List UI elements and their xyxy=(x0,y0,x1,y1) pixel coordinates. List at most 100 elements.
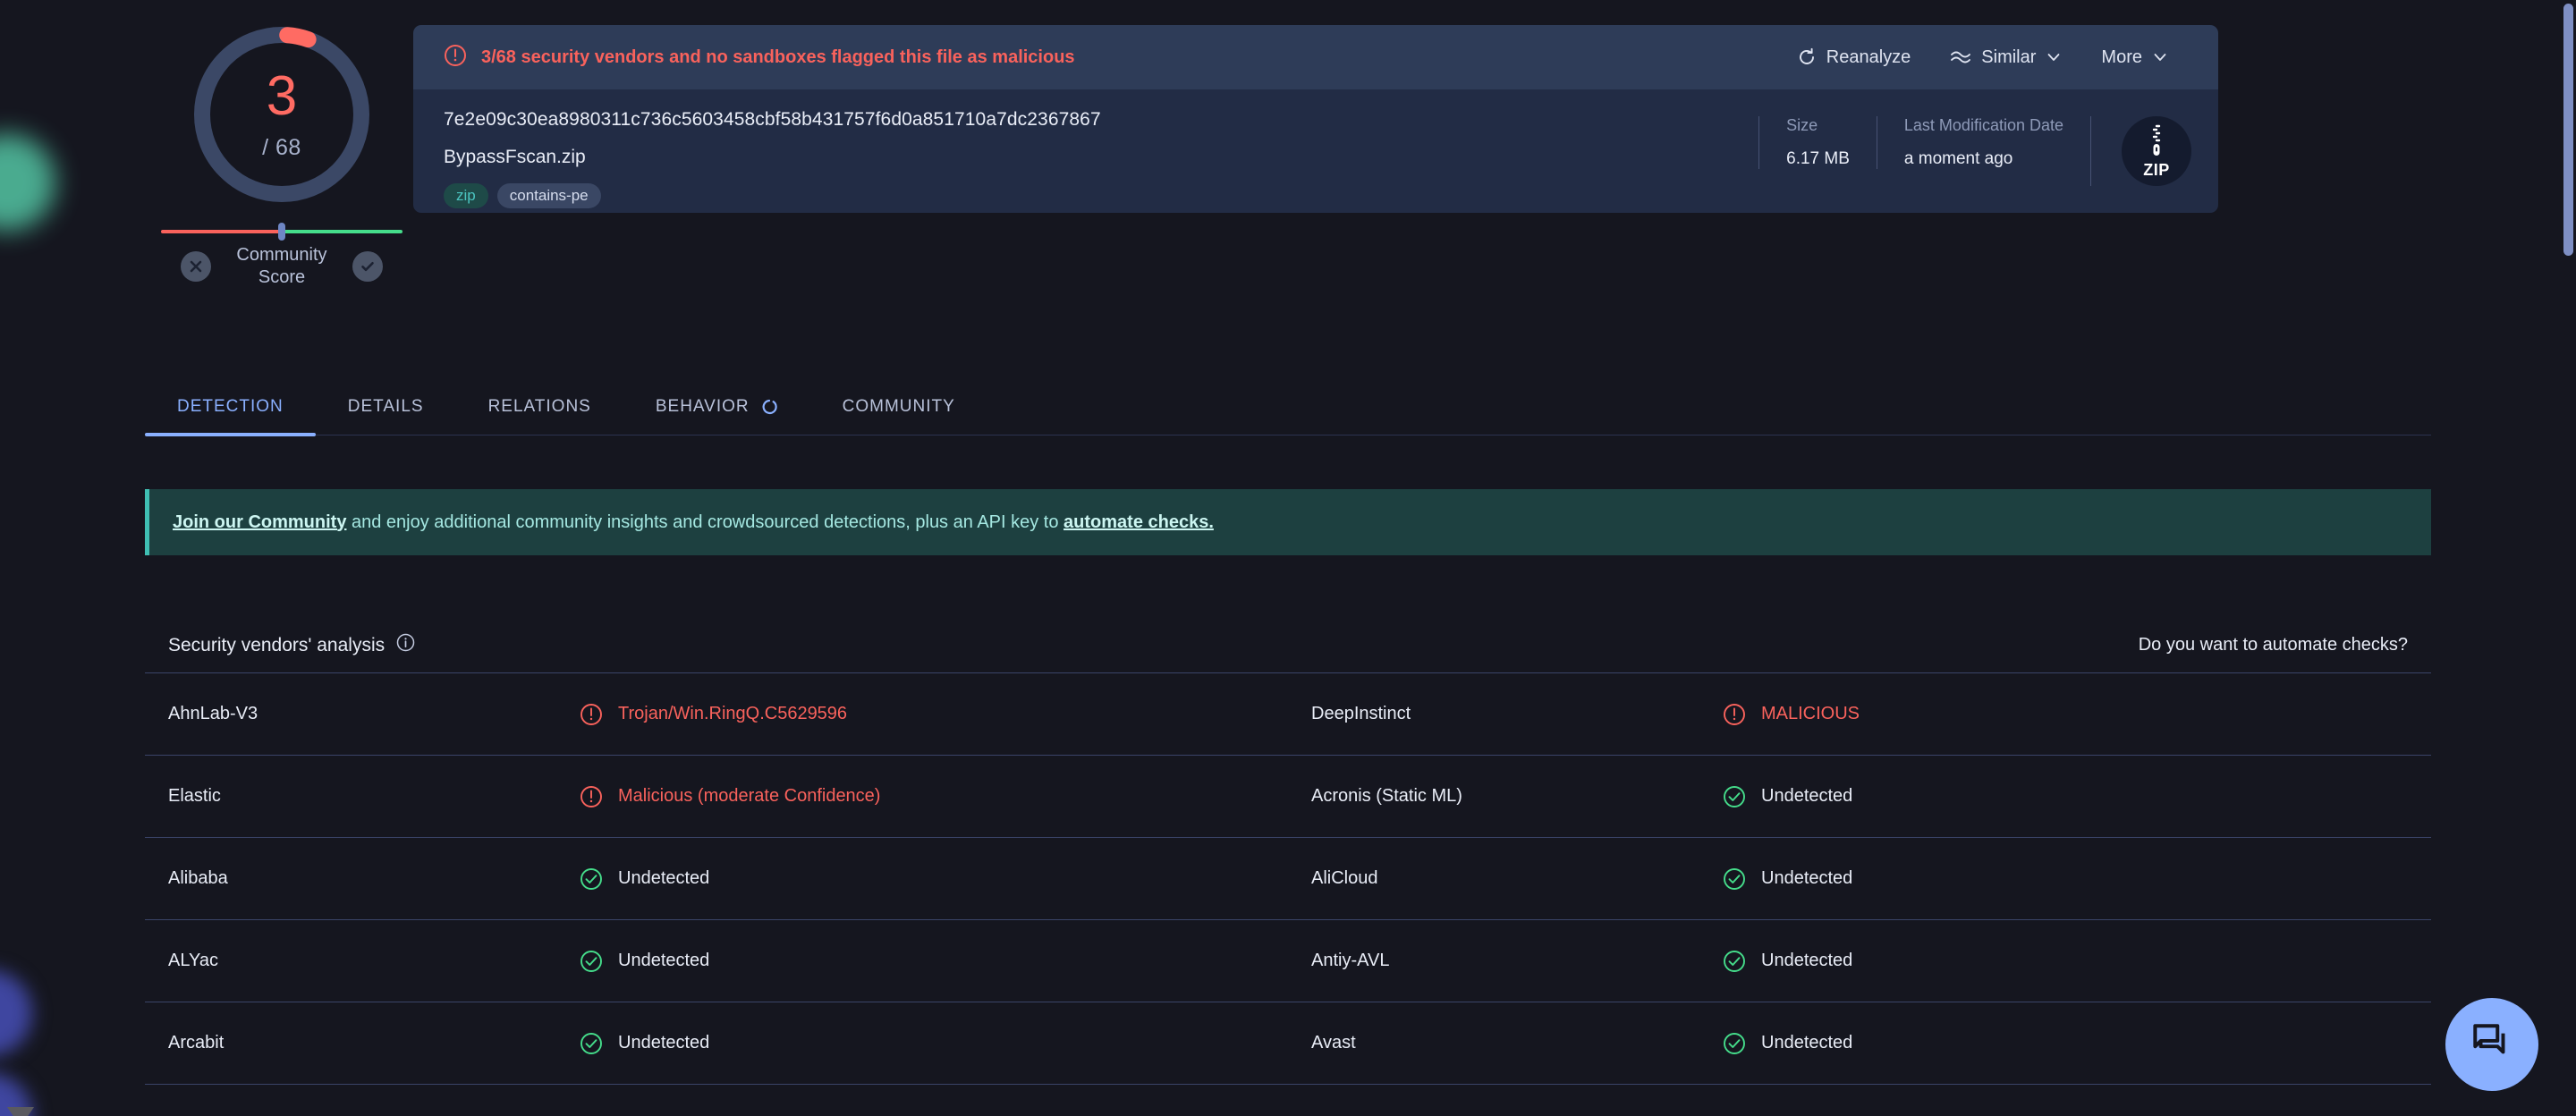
join-our-community-link[interactable]: Join our Community xyxy=(173,512,346,532)
reanalyze-label: Reanalyze xyxy=(1826,46,1911,67)
vendor-name: DeepInstinct xyxy=(1311,704,1411,723)
check-circle-icon xyxy=(580,1032,603,1055)
community-score-row: Community Score xyxy=(152,244,411,289)
x-circle-icon[interactable] xyxy=(181,251,211,282)
vendor-result: Undetected xyxy=(1723,785,1852,808)
vendor-result: Undetected xyxy=(580,867,709,891)
chevron-down-icon xyxy=(2152,49,2168,65)
detection-donut-chart: 3 / 68 xyxy=(189,21,375,207)
file-size-meta: Size 6.17 MB xyxy=(1758,116,1877,169)
tab-details[interactable]: DETAILS xyxy=(316,397,456,435)
vendor-name: Acronis (Static ML) xyxy=(1311,786,1462,806)
check-circle-icon xyxy=(1723,785,1746,808)
check-circle-icon xyxy=(1723,1032,1746,1055)
vendor-cell: ALYac Undetected xyxy=(145,920,1288,1002)
detection-alert-banner: 3/68 security vendors and no sandboxes f… xyxy=(413,25,2218,89)
page-scrollbar-track[interactable] xyxy=(2561,0,2576,1116)
vendor-name: Elastic xyxy=(168,786,221,806)
last-modification-value: a moment ago xyxy=(1903,149,2013,168)
tab-community[interactable]: COMMUNITY xyxy=(810,397,987,435)
security-vendors-table: AhnLab-V3 Trojan/Win.RingQ.C5629596 Deep… xyxy=(145,673,2431,1085)
alert-circle-icon xyxy=(444,44,467,72)
tab-detection[interactable]: DETECTION xyxy=(145,397,316,436)
vendor-cell: Elastic Malicious (moderate Confidence) xyxy=(145,756,1288,837)
file-meta-block: Size 6.17 MB Last Modification Date a mo… xyxy=(1758,89,2218,213)
vendor-cell: Avast Undetected xyxy=(1288,1002,2431,1084)
vendor-cell: AliCloud Undetected xyxy=(1288,838,2431,919)
file-hash: 7e2e09c30ea8980311c736c5603458cbf58b4317… xyxy=(444,109,1101,130)
vendor-result: Trojan/Win.RingQ.C5629596 xyxy=(580,703,847,726)
similar-button[interactable]: Similar xyxy=(1930,42,2081,73)
loading-spinner-icon xyxy=(760,398,778,416)
vendor-cell: Alibaba Undetected xyxy=(145,838,1288,919)
file-summary-card: 3/68 security vendors and no sandboxes f… xyxy=(413,25,2218,213)
alert-circle-icon xyxy=(580,703,603,726)
vendor-cell: Arcabit Undetected xyxy=(145,1002,1288,1084)
vendor-result: Undetected xyxy=(1723,867,1852,891)
check-circle-icon[interactable] xyxy=(352,251,383,282)
virustotal-file-report-page: 3 / 68 Community Score 3/68 security ven… xyxy=(0,0,2576,1116)
tab-relations-label: RELATIONS xyxy=(487,397,591,416)
table-row: AhnLab-V3 Trojan/Win.RingQ.C5629596 Deep… xyxy=(145,673,2431,756)
page-scrollbar-thumb[interactable] xyxy=(2563,4,2573,256)
vendor-result-label: Undetected xyxy=(618,868,710,888)
vendors-analysis-title: Security vendors' analysis xyxy=(168,634,386,655)
check-circle-icon xyxy=(580,950,603,973)
vendor-name: Arcabit xyxy=(168,1033,225,1053)
vendor-result-label: Undetected xyxy=(1761,1033,1853,1053)
vendor-cell: Antiy-AVL Undetected xyxy=(1288,920,2431,1002)
last-modification-meta: Last Modification Date a moment ago xyxy=(1876,116,2090,169)
automate-checks-question[interactable]: Do you want to automate checks? xyxy=(2139,635,2408,655)
table-row: Elastic Malicious (moderate Confidence) … xyxy=(145,756,2431,838)
report-tabs: DETECTION DETAILS RELATIONS BEHAVIOR COM… xyxy=(145,380,2431,436)
table-row: Arcabit Undetected Avast Undetected xyxy=(145,1002,2431,1085)
zip-file-icon: ZIP xyxy=(2122,116,2191,186)
automate-checks-link[interactable]: automate checks. xyxy=(1063,512,1214,532)
zipper-glyph xyxy=(2152,124,2161,156)
reanalyze-button[interactable]: Reanalyze xyxy=(1777,42,1931,73)
vendor-result-label: Trojan/Win.RingQ.C5629596 xyxy=(618,704,848,723)
info-icon[interactable] xyxy=(396,633,415,657)
vendor-name: AhnLab-V3 xyxy=(168,704,258,723)
table-row: ALYac Undetected Antiy-AVL Undetected xyxy=(145,920,2431,1002)
banner-action-buttons: Reanalyze Similar More xyxy=(1777,42,2188,73)
decorative-triangle xyxy=(7,1107,34,1116)
tag-contains-pe[interactable]: contains-pe xyxy=(496,183,601,208)
vendors-analysis-title-wrap: Security vendors' analysis xyxy=(168,633,415,657)
zip-label: ZIP xyxy=(2143,161,2170,179)
detection-total: / 68 xyxy=(262,134,301,160)
community-score-label: Community Score xyxy=(236,245,327,287)
more-button[interactable]: More xyxy=(2081,42,2188,73)
tab-behavior[interactable]: BEHAVIOR xyxy=(623,397,810,435)
vendor-result-label: Undetected xyxy=(618,1033,710,1053)
vendor-cell: Acronis (Static ML) Undetected xyxy=(1288,756,2431,837)
chat-support-button[interactable] xyxy=(2445,998,2538,1091)
alert-banner-left: 3/68 security vendors and no sandboxes f… xyxy=(444,44,1777,72)
tab-relations[interactable]: RELATIONS xyxy=(456,397,623,435)
vendor-result-label: MALICIOUS xyxy=(1761,704,1860,723)
file-size-value: 6.17 MB xyxy=(1786,149,1850,168)
alert-banner-message: 3/68 security vendors and no sandboxes f… xyxy=(481,46,1075,67)
vendor-result: Undetected xyxy=(1723,950,1852,973)
vendor-result: Malicious (moderate Confidence) xyxy=(580,785,880,808)
vendor-name: Antiy-AVL xyxy=(1311,951,1390,970)
decorative-purple-blob-1 xyxy=(0,970,32,1056)
donut-center-labels: 3 / 68 xyxy=(189,21,375,207)
tab-community-label: COMMUNITY xyxy=(842,397,955,416)
more-label: More xyxy=(2101,46,2142,67)
vendor-result-label: Undetected xyxy=(1761,786,1853,806)
tab-details-label: DETAILS xyxy=(347,397,424,416)
file-type-icon-wrap: ZIP xyxy=(2090,116,2191,186)
vendor-cell: DeepInstinct MALICIOUS xyxy=(1288,673,2431,755)
vendor-result-label: Undetected xyxy=(618,951,710,970)
vendor-result: Undetected xyxy=(1723,1032,1852,1055)
vendor-result: MALICIOUS xyxy=(1723,703,1860,726)
detection-score-panel: 3 / 68 Community Score xyxy=(152,9,411,289)
alert-circle-icon xyxy=(1723,703,1746,726)
tab-detection-label: DETECTION xyxy=(177,397,284,416)
tab-behavior-label: BEHAVIOR xyxy=(655,397,750,416)
file-details-body: 7e2e09c30ea8980311c736c5603458cbf58b4317… xyxy=(413,89,2218,213)
tag-zip[interactable]: zip xyxy=(444,183,488,208)
chat-bubbles-icon xyxy=(2470,1020,2514,1070)
join-community-text: Join our Community and enjoy additional … xyxy=(173,512,1214,533)
